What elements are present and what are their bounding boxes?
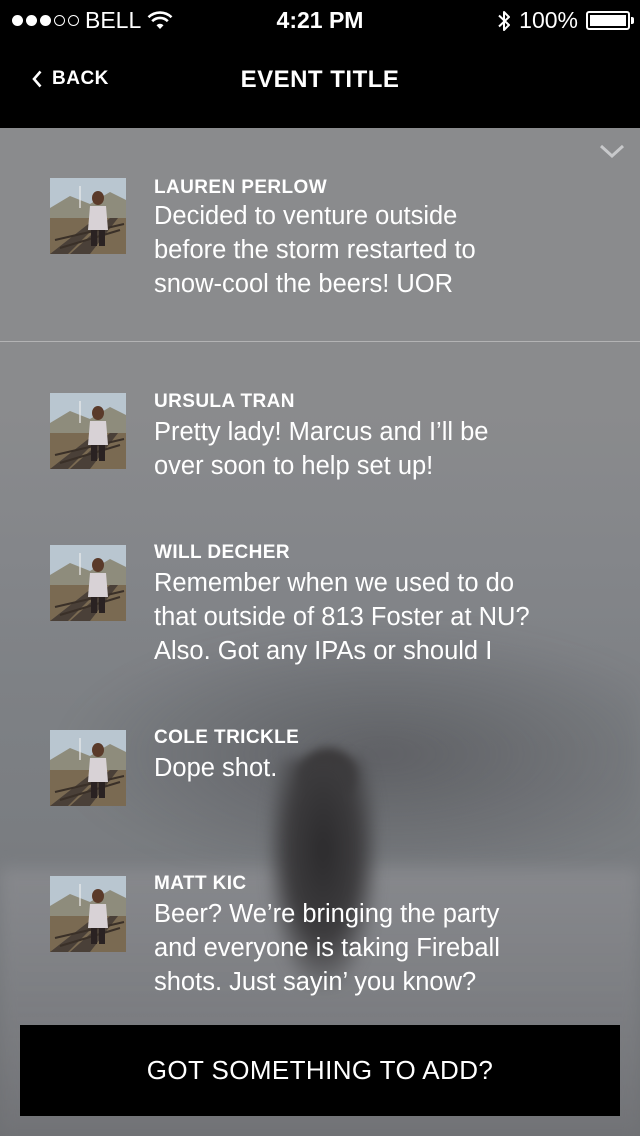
comment-author: MATT KIC <box>154 873 247 894</box>
bluetooth-icon <box>498 10 511 31</box>
battery-icon <box>586 11 634 30</box>
battery-fill <box>590 15 626 26</box>
comment-text: Dope shot. <box>154 754 278 782</box>
avatar[interactable] <box>50 178 126 254</box>
status-right-group: 100% <box>497 7 634 34</box>
comment-text: Pretty lady! Marcus and I’ll be over soo… <box>154 418 489 480</box>
status-bar: BELL 4:21 PM 100% <box>0 0 640 40</box>
comment-text: Remember when we used to do that outside… <box>154 569 530 665</box>
comment-author: COLE TRICKLE <box>154 727 300 748</box>
comment-author: URSULA TRAN <box>154 391 295 412</box>
nav-bar: BACK EVENT TITLE <box>0 40 640 128</box>
comment-feed[interactable]: LAUREN PERLOW Decided to venture outside… <box>0 128 640 1136</box>
comment-text: Decided to venture outside before the st… <box>154 202 476 298</box>
add-comment-button[interactable]: GOT SOMETHING TO ADD? <box>20 1025 620 1116</box>
avatar[interactable] <box>50 545 126 621</box>
comment-text: Beer? We’re bringing the party and every… <box>154 900 500 996</box>
avatar[interactable] <box>50 730 126 806</box>
page-title: EVENT TITLE <box>240 66 400 93</box>
battery-percent: 100% <box>519 7 578 33</box>
avatar[interactable] <box>50 876 126 952</box>
comment-author: WILL DECHER <box>154 542 290 563</box>
comment-author: LAUREN PERLOW <box>154 177 328 198</box>
chevron-down-icon[interactable] <box>598 140 626 162</box>
avatar[interactable] <box>50 393 126 469</box>
